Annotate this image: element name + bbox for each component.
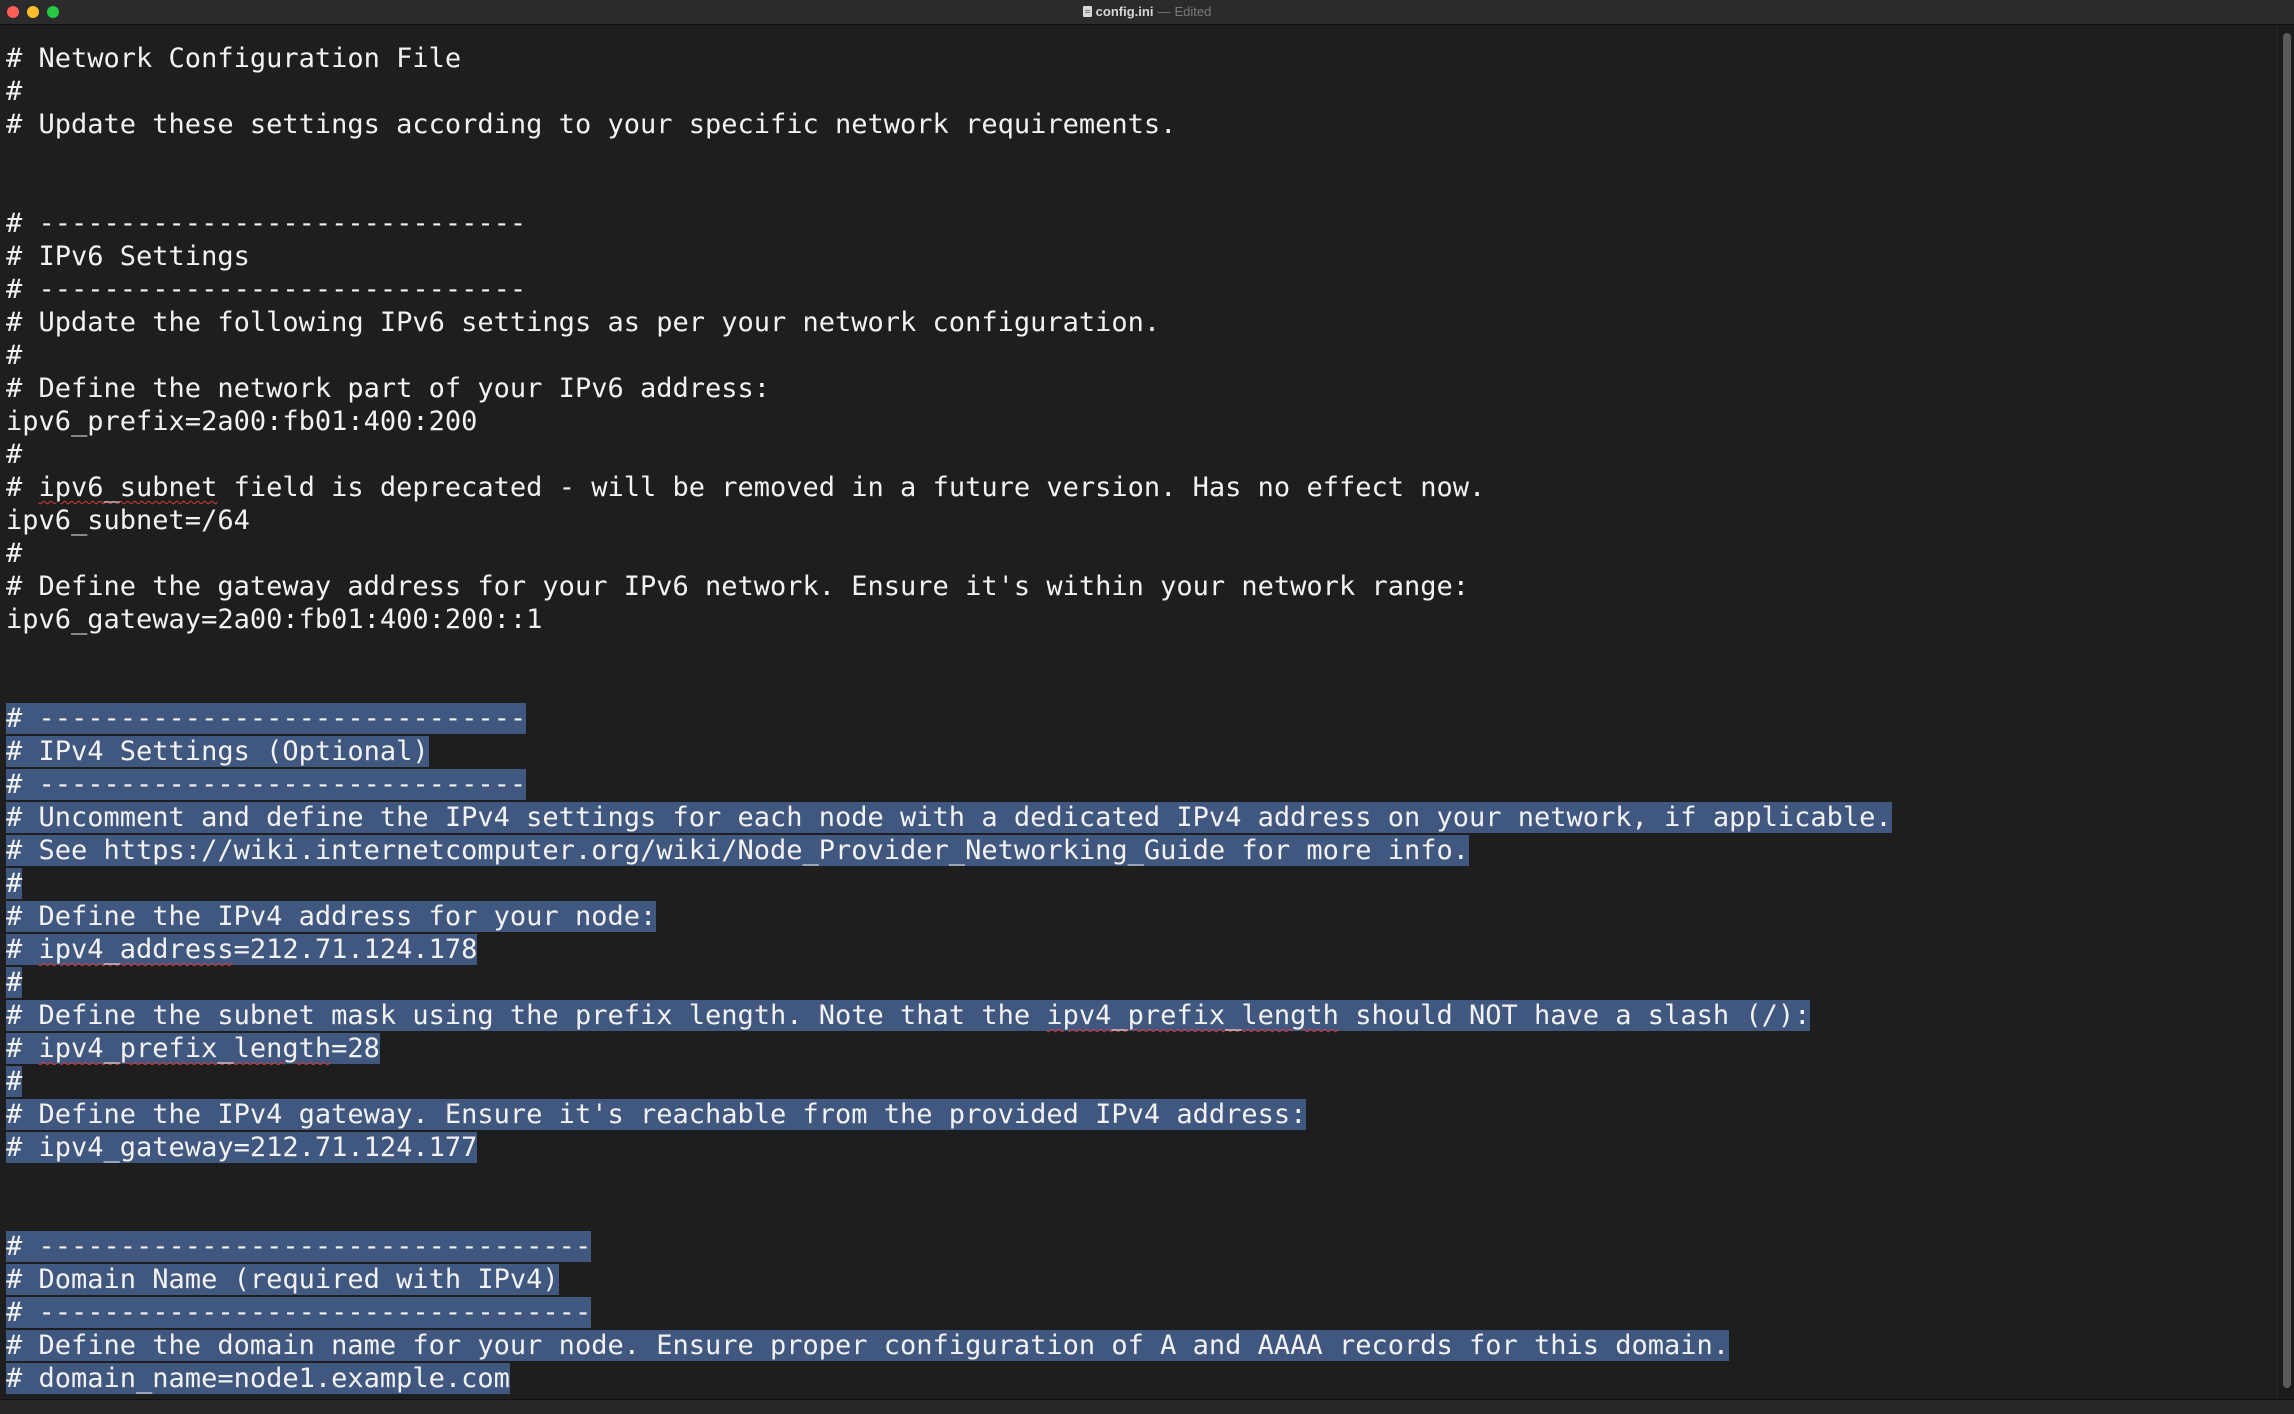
text-editor-window: config.ini — Edited # Network Configuratio…	[0, 0, 2294, 1414]
text-line[interactable]: # domain_name=node1.example.com	[6, 1362, 1892, 1395]
spelling-error-underline[interactable]: ipv4_prefix_length	[1046, 1000, 1339, 1031]
line-text[interactable]: # ------------------------------	[6, 274, 526, 305]
line-text[interactable]: # ipv6_subnet field is deprecated - will…	[6, 472, 1485, 503]
selected-line-text[interactable]: # ----------------------------------	[6, 1231, 592, 1262]
selected-line-text[interactable]: # ------------------------------	[6, 703, 527, 734]
line-text[interactable]: #	[6, 340, 22, 371]
text-line[interactable]: #	[6, 966, 1892, 999]
text-line[interactable]: #	[6, 339, 1892, 372]
line-text[interactable]: ipv6_subnet=/64	[6, 505, 250, 536]
document-icon[interactable]	[1082, 6, 1092, 17]
selected-line-text[interactable]: # Uncomment and define the IPv4 settings…	[6, 802, 1892, 833]
text-line[interactable]: # ipv4_address=212.71.124.178	[6, 933, 1892, 966]
text-line[interactable]: # ipv4_gateway=212.71.124.177	[6, 1131, 1892, 1164]
text-line[interactable]: # Define the IPv4 address for your node:	[6, 900, 1892, 933]
text-line[interactable]: # ------------------------------	[6, 207, 1892, 240]
text-line[interactable]: # Define the gateway address for your IP…	[6, 570, 1892, 603]
text-line[interactable]: # IPv4 Settings (Optional)	[6, 735, 1892, 768]
text-line[interactable]: ipv6_prefix=2a00:fb01:400:200	[6, 405, 1892, 438]
line-text[interactable]: # ------------------------------	[6, 208, 526, 239]
line-text[interactable]: # Update these settings according to you…	[6, 109, 1176, 140]
text-line[interactable]	[6, 174, 1892, 207]
selected-line-text[interactable]: # See https://wiki.internetcomputer.org/…	[6, 835, 1469, 866]
text-line[interactable]: # Define the IPv4 gateway. Ensure it's r…	[6, 1098, 1892, 1131]
text-line[interactable]: # See https://wiki.internetcomputer.org/…	[6, 834, 1892, 867]
text-line[interactable]	[6, 636, 1892, 669]
text-line[interactable]: # Domain Name (required with IPv4)	[6, 1263, 1892, 1296]
window-bottom-bar	[0, 1399, 2294, 1414]
text-line[interactable]: ipv6_gateway=2a00:fb01:400:200::1	[6, 603, 1892, 636]
line-text[interactable]: # Network Configuration File	[6, 43, 461, 74]
line-text[interactable]: # IPv6 Settings	[6, 241, 250, 272]
spelling-error-underline[interactable]: ipv4_prefix_length	[39, 1033, 332, 1064]
selected-line-text[interactable]: # Define the IPv4 gateway. Ensure it's r…	[6, 1099, 1307, 1130]
text-line[interactable]: #	[6, 1065, 1892, 1098]
text-line[interactable]: # ipv6_subnet field is deprecated - will…	[6, 471, 1892, 504]
selected-line-text[interactable]: # ----------------------------------	[6, 1297, 592, 1328]
line-text[interactable]: #	[6, 538, 22, 569]
text-line[interactable]: # ----------------------------------	[6, 1296, 1892, 1329]
line-text[interactable]: ipv6_gateway=2a00:fb01:400:200::1	[6, 604, 542, 635]
text-line[interactable]: # ----------------------------------	[6, 1230, 1892, 1263]
document-edited-status: Edited	[1174, 4, 1212, 19]
text-line[interactable]: # Update these settings according to you…	[6, 108, 1892, 141]
line-text[interactable]: # Update the following IPv6 settings as …	[6, 307, 1160, 338]
scrollbar-thumb[interactable]	[2283, 33, 2291, 1388]
spelling-error-underline[interactable]: ipv4_address	[39, 934, 234, 965]
vertical-scrollbar[interactable]	[2277, 25, 2294, 1400]
text-line[interactable]	[6, 141, 1892, 174]
line-text[interactable]: # Define the gateway address for your IP…	[6, 571, 1469, 602]
text-line[interactable]: #	[6, 438, 1892, 471]
line-text[interactable]: #	[6, 76, 22, 107]
line-text[interactable]: ipv6_prefix=2a00:fb01:400:200	[6, 406, 477, 437]
text-editor-area[interactable]: # Network Configuration File # # Update th…	[0, 25, 2278, 1400]
selected-line-text[interactable]: # IPv4 Settings (Optional)	[6, 736, 429, 767]
text-line[interactable]: # Update the following IPv6 settings as …	[6, 306, 1892, 339]
line-text[interactable]: # Define the network part of your IPv6 a…	[6, 373, 770, 404]
line-text[interactable]: #	[6, 439, 22, 470]
text-line[interactable]: # Define the domain name for your node. …	[6, 1329, 1892, 1362]
selected-line-text[interactable]: # Domain Name (required with IPv4)	[6, 1264, 559, 1295]
title-bar[interactable]: config.ini — Edited	[0, 0, 2294, 25]
text-line[interactable]: # Define the subnet mask using the prefi…	[6, 999, 1892, 1032]
text-line[interactable]: # Uncomment and define the IPv4 settings…	[6, 801, 1892, 834]
text-line[interactable]: # ipv4_prefix_length=28	[6, 1032, 1892, 1065]
text-line[interactable]: # Network Configuration File	[6, 42, 1892, 75]
text-line[interactable]: # IPv6 Settings	[6, 240, 1892, 273]
selected-line-text[interactable]: # ipv4_prefix_length=28	[6, 1033, 380, 1064]
text-line[interactable]: # ------------------------------	[6, 702, 1892, 735]
selected-line-text[interactable]: #	[6, 868, 23, 899]
selected-line-text[interactable]: # domain_name=node1.example.com	[6, 1363, 510, 1394]
spelling-error-underline[interactable]: ipv6_subnet	[39, 472, 218, 503]
window-filename: config.ini	[1095, 4, 1154, 19]
text-line[interactable]	[6, 669, 1892, 702]
selected-line-text[interactable]: #	[6, 1066, 23, 1097]
selected-line-text[interactable]: # ipv4_gateway=212.71.124.177	[6, 1132, 478, 1163]
text-line[interactable]: ipv6_subnet=/64	[6, 504, 1892, 537]
text-line[interactable]	[6, 1164, 1892, 1197]
selected-line-text[interactable]: # Define the domain name for your node. …	[6, 1330, 1730, 1361]
text-line[interactable]: # ------------------------------	[6, 273, 1892, 306]
document-lines[interactable]: # Network Configuration File # # Update th…	[6, 42, 1892, 1395]
window-title: config.ini — Edited	[0, 0, 2294, 24]
selected-line-text[interactable]: # ipv4_address=212.71.124.178	[6, 934, 478, 965]
selected-line-text[interactable]: #	[6, 967, 23, 998]
selected-line-text[interactable]: # Define the subnet mask using the prefi…	[6, 1000, 1811, 1031]
text-line[interactable]: #	[6, 867, 1892, 900]
text-line[interactable]: #	[6, 75, 1892, 108]
selected-line-text[interactable]: # ------------------------------	[6, 769, 527, 800]
text-line[interactable]: # ------------------------------	[6, 768, 1892, 801]
title-separator: —	[1157, 4, 1171, 19]
text-line[interactable]: #	[6, 537, 1892, 570]
selected-line-text[interactable]: # Define the IPv4 address for your node:	[6, 901, 657, 932]
text-line[interactable]: # Define the network part of your IPv6 a…	[6, 372, 1892, 405]
text-line[interactable]	[6, 1197, 1892, 1230]
